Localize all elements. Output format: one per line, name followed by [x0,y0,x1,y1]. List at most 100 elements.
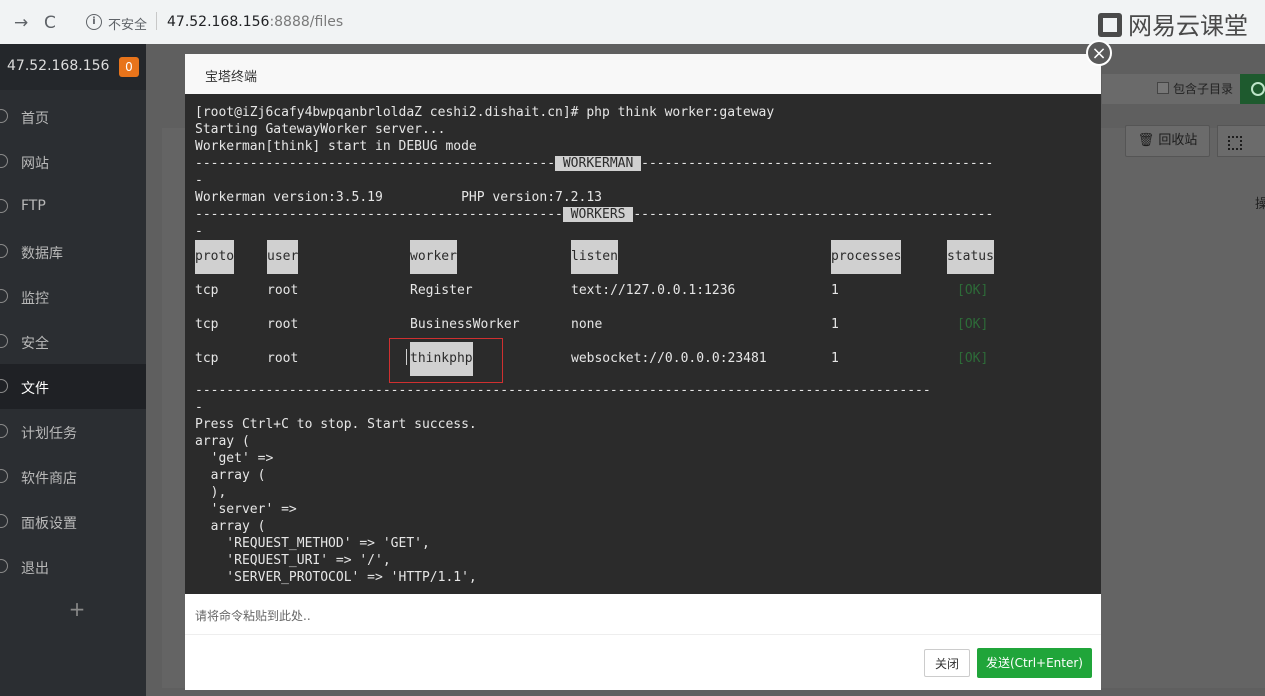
cell-listen: none [571,317,603,332]
url-text[interactable]: 47.52.168.156:8888/files [167,14,343,30]
workers-table-header: proto user worker listen processes statu… [195,240,1095,274]
cell-worker: BusinessWorker [410,317,520,332]
trash-icon: 🗑 [1137,133,1159,148]
url-host: 47.52.168.156 [167,14,270,30]
text-cursor [406,349,407,365]
command-placeholder: 请将命令粘贴到此处.. [195,609,311,623]
cell-processes: 1 [831,317,839,332]
separator-dashes: ----------------------------------------… [195,156,556,171]
terminal-output[interactable]: [root@iZj6cafy4bwpqanbrloldaZ ceshi2.dis… [185,94,1101,594]
separator-workers: ----------------------------------------… [195,206,1095,223]
close-button[interactable]: 关闭 [924,649,970,677]
sidebar-item-settings[interactable]: 面板设置 [0,499,146,544]
cell-status: [OK] [957,317,989,332]
modal-titlebar: 宝塔终端 [185,54,1101,95]
separator-workerman: ----------------------------------------… [195,155,1095,172]
server-ip: 47.52.168.156 [7,58,110,74]
cell-worker: Register [410,283,473,298]
terminal-line: array ( [195,434,250,449]
terminal-line: 'get' => [195,451,274,466]
sidebar-item-ftp[interactable]: FTP [0,184,146,229]
col-status: status [947,240,994,274]
calendar-icon [0,424,8,438]
table-row: tcp root thinkphp websocket://0.0.0.0:23… [195,342,1095,376]
version-line: Workerman version:3.5.19 PHP version:7.2… [195,190,602,205]
view-toggle[interactable] [1217,125,1265,157]
cell-user: root [267,283,299,298]
url-path: :8888/files [269,14,344,30]
table-row: tcp root Register text://127.0.0.1:1236 … [195,274,1095,308]
cell-processes: 1 [831,283,839,298]
sidebar-item-label: 首页 [21,111,49,127]
terminal-line: 'REQUEST_METHOD' => 'GET', [195,536,430,551]
col-worker: worker [410,240,457,274]
sidebar-item-home[interactable]: 首页 [0,94,146,139]
globe-icon [0,154,8,168]
terminal-modal: 宝塔终端 [root@iZj6cafy4bwpqanbrloldaZ ceshi… [185,54,1101,690]
folder-icon [0,379,8,393]
terminal-line: 'SERVER_PROTOCOL' => 'HTTP/1.1', [195,570,477,585]
ftp-icon [0,199,8,213]
col-processes: processes [831,240,902,274]
brand-text: 网易云课堂 [1128,12,1248,40]
checkbox-icon [1157,82,1169,94]
separator-wrap: - [195,224,203,239]
separator-wrap: - [195,400,203,415]
workerman-label: WORKERMAN [555,156,642,171]
sidebar-item-label: 退出 [21,561,49,577]
forward-icon[interactable]: → [14,13,28,33]
sidebar-item-cron[interactable]: 计划任务 [0,409,146,454]
settings-icon [0,514,8,528]
recycle-bin-button[interactable]: 🗑 回收站 [1125,125,1210,157]
sidebar-item-label: FTP [21,198,46,214]
terminal-line: Starting GatewayWorker server... [195,122,446,137]
search-button[interactable] [1240,74,1265,104]
col-user: user [267,240,299,274]
sidebar-item-website[interactable]: 网站 [0,139,146,184]
separator-wrap: - [195,173,203,188]
close-icon[interactable]: × [1086,40,1112,66]
terminal-line: array ( [195,468,266,483]
sidebar-item-security[interactable]: 安全 [0,319,146,364]
sidebar-item-label: 面板设置 [21,516,77,532]
cell-status: [OK] [957,351,989,366]
sidebar-item-files[interactable]: 文件 [0,364,146,409]
separator-dashes: ----------------------------------------… [641,156,994,171]
address-bar[interactable]: i 不安全 47.52.168.156:8888/files [76,8,1096,36]
cell-status: [OK] [957,283,989,298]
store-icon [0,469,8,483]
column-header-operations: 操 [1255,197,1265,212]
cell-listen: websocket://0.0.0.0:23481 [571,351,767,366]
table-row: tcp root BusinessWorker none 1 [OK] [195,308,1095,342]
logout-icon [0,559,8,573]
sidebar-item-store[interactable]: 软件商店 [0,454,146,499]
sidebar-item-label: 文件 [21,381,49,397]
workers-label: WORKERS [562,207,634,222]
sidebar-item-label: 软件商店 [21,471,77,487]
terminal-line: 'server' => [195,502,297,517]
terminal-line: Press Ctrl+C to stop. Start success. [195,417,477,432]
database-icon [0,244,8,258]
shield-icon [0,334,8,348]
info-icon[interactable]: i [86,14,102,30]
sidebar-item-label: 监控 [21,291,49,307]
add-icon[interactable]: + [0,589,146,629]
divider [156,12,157,30]
command-input[interactable]: 请将命令粘贴到此处.. [185,594,1101,635]
col-proto: proto [195,240,235,274]
grid-icon [1228,136,1242,150]
sidebar-item-logout[interactable]: 退出 [0,544,146,589]
sidebar-item-label: 网站 [21,156,49,172]
sidebar-item-database[interactable]: 数据库 [0,229,146,274]
include-subdir-checkbox[interactable]: 包含子目录 [1157,80,1233,97]
reload-icon[interactable]: C [44,13,56,33]
separator-dashes: ----------------------------------------… [195,207,563,222]
terminal-line: array ( [195,519,266,534]
separator-dashes: ----------------------------------------… [633,207,994,222]
sidebar-item-monitor[interactable]: 监控 [0,274,146,319]
sidebar: 47.52.168.156 0 首页 网站 FTP 数据库 监控 安全 文件 计… [0,44,146,696]
notification-badge[interactable]: 0 [119,57,139,77]
send-button[interactable]: 发送(Ctrl+Enter) [977,648,1092,678]
recycle-label: 回收站 [1158,133,1198,148]
include-subdir-label: 包含子目录 [1173,82,1234,96]
